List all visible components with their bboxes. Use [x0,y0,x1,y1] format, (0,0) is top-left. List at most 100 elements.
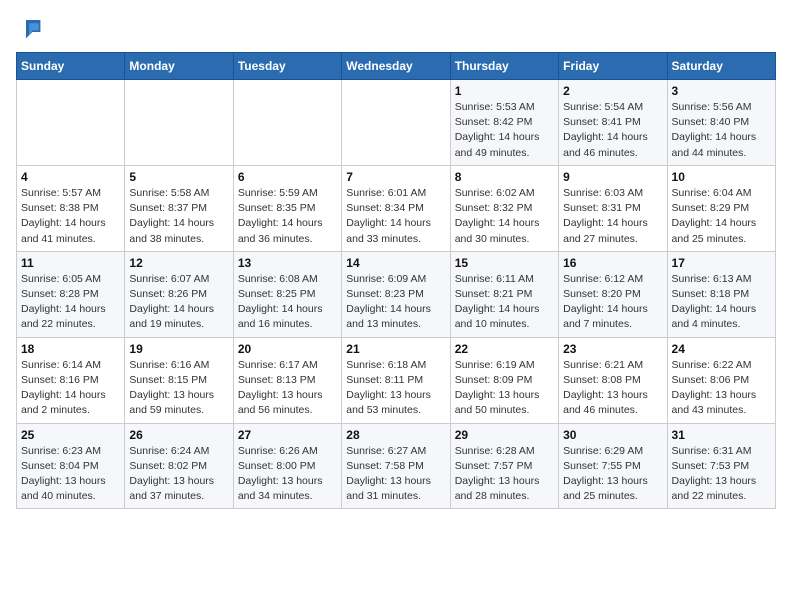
day-info: Sunrise: 6:05 AM Sunset: 8:28 PM Dayligh… [21,272,120,333]
day-info: Sunrise: 6:11 AM Sunset: 8:21 PM Dayligh… [455,272,554,333]
day-info: Sunrise: 6:28 AM Sunset: 7:57 PM Dayligh… [455,444,554,505]
day-number: 2 [563,84,662,98]
day-info: Sunrise: 6:17 AM Sunset: 8:13 PM Dayligh… [238,358,337,419]
day-cell: 13 Sunrise: 6:08 AM Sunset: 8:25 PM Dayli… [233,251,341,337]
day-cell: 30 Sunrise: 6:29 AM Sunset: 7:55 PM Dayli… [559,423,667,509]
day-info: Sunrise: 6:13 AM Sunset: 8:18 PM Dayligh… [672,272,771,333]
day-cell [233,80,341,166]
day-cell: 24Sunrise: 6:22 AM Sunset: 8:06 PM Dayli… [667,337,775,423]
day-number: 26 [129,428,228,442]
day-cell: 14 Sunrise: 6:09 AM Sunset: 8:23 PM Dayli… [342,251,450,337]
day-cell: 27Sunrise: 6:26 AM Sunset: 8:00 PM Dayli… [233,423,341,509]
day-cell [125,80,233,166]
day-number: 31 [672,428,771,442]
day-number: 7 [346,170,445,184]
day-number: 3 [672,84,771,98]
day-cell [342,80,450,166]
day-cell: 3 Sunrise: 5:56 AM Sunset: 8:40 PM Daylig… [667,80,775,166]
day-number: 28 [346,428,445,442]
weekday-header-tuesday: Tuesday [233,53,341,80]
day-info: Sunrise: 6:31 AM Sunset: 7:53 PM Dayligh… [672,444,771,505]
day-number: 4 [21,170,120,184]
weekday-header-sunday: Sunday [17,53,125,80]
day-number: 29 [455,428,554,442]
day-info: Sunrise: 5:59 AM Sunset: 8:35 PM Dayligh… [238,186,337,247]
day-cell: 12 Sunrise: 6:07 AM Sunset: 8:26 PM Dayli… [125,251,233,337]
day-cell [17,80,125,166]
day-number: 19 [129,342,228,356]
day-number: 16 [563,256,662,270]
day-number: 13 [238,256,337,270]
weekday-header-thursday: Thursday [450,53,558,80]
day-info: Sunrise: 6:02 AM Sunset: 8:32 PM Dayligh… [455,186,554,247]
day-cell: 15 Sunrise: 6:11 AM Sunset: 8:21 PM Dayli… [450,251,558,337]
day-info: Sunrise: 6:04 AM Sunset: 8:29 PM Dayligh… [672,186,771,247]
day-info: Sunrise: 6:07 AM Sunset: 8:26 PM Dayligh… [129,272,228,333]
weekday-header-friday: Friday [559,53,667,80]
day-cell: 9 Sunrise: 6:03 AM Sunset: 8:31 PM Daylig… [559,165,667,251]
day-info: Sunrise: 5:58 AM Sunset: 8:37 PM Dayligh… [129,186,228,247]
day-info: Sunrise: 6:08 AM Sunset: 8:25 PM Dayligh… [238,272,337,333]
day-info: Sunrise: 5:54 AM Sunset: 8:41 PM Dayligh… [563,100,662,161]
logo-icon [18,16,42,40]
day-cell: 6 Sunrise: 5:59 AM Sunset: 8:35 PM Daylig… [233,165,341,251]
day-number: 5 [129,170,228,184]
day-number: 30 [563,428,662,442]
day-info: Sunrise: 6:09 AM Sunset: 8:23 PM Dayligh… [346,272,445,333]
day-cell: 8Sunrise: 6:02 AM Sunset: 8:32 PM Daylig… [450,165,558,251]
day-cell: 20Sunrise: 6:17 AM Sunset: 8:13 PM Dayli… [233,337,341,423]
day-number: 25 [21,428,120,442]
day-number: 21 [346,342,445,356]
day-number: 10 [672,170,771,184]
day-info: Sunrise: 6:19 AM Sunset: 8:09 PM Dayligh… [455,358,554,419]
day-info: Sunrise: 6:03 AM Sunset: 8:31 PM Dayligh… [563,186,662,247]
day-cell: 21 Sunrise: 6:18 AM Sunset: 8:11 PM Dayli… [342,337,450,423]
week-row-4: 18 Sunrise: 6:14 AM Sunset: 8:16 PM Dayli… [17,337,776,423]
page-header [16,16,776,40]
week-row-2: 4 Sunrise: 5:57 AM Sunset: 8:38 PM Daylig… [17,165,776,251]
day-cell: 23Sunrise: 6:21 AM Sunset: 8:08 PM Dayli… [559,337,667,423]
day-info: Sunrise: 6:21 AM Sunset: 8:08 PM Dayligh… [563,358,662,419]
day-info: Sunrise: 6:29 AM Sunset: 7:55 PM Dayligh… [563,444,662,505]
day-info: Sunrise: 6:27 AM Sunset: 7:58 PM Dayligh… [346,444,445,505]
day-cell: 2 Sunrise: 5:54 AM Sunset: 8:41 PM Daylig… [559,80,667,166]
day-info: Sunrise: 6:16 AM Sunset: 8:15 PM Dayligh… [129,358,228,419]
day-cell: 17 Sunrise: 6:13 AM Sunset: 8:18 PM Dayli… [667,251,775,337]
calendar-table: SundayMondayTuesdayWednesdayThursdayFrid… [16,52,776,509]
day-number: 15 [455,256,554,270]
day-info: Sunrise: 5:53 AM Sunset: 8:42 PM Dayligh… [455,100,554,161]
day-number: 1 [455,84,554,98]
day-cell: 26Sunrise: 6:24 AM Sunset: 8:02 PM Dayli… [125,423,233,509]
logo [16,16,42,40]
day-cell: 29 Sunrise: 6:28 AM Sunset: 7:57 PM Dayli… [450,423,558,509]
day-cell: 7Sunrise: 6:01 AM Sunset: 8:34 PM Daylig… [342,165,450,251]
day-info: Sunrise: 6:14 AM Sunset: 8:16 PM Dayligh… [21,358,120,419]
day-cell: 18 Sunrise: 6:14 AM Sunset: 8:16 PM Dayli… [17,337,125,423]
day-info: Sunrise: 6:23 AM Sunset: 8:04 PM Dayligh… [21,444,120,505]
day-cell: 16 Sunrise: 6:12 AM Sunset: 8:20 PM Dayli… [559,251,667,337]
day-number: 6 [238,170,337,184]
weekday-header-wednesday: Wednesday [342,53,450,80]
day-info: Sunrise: 6:12 AM Sunset: 8:20 PM Dayligh… [563,272,662,333]
day-number: 14 [346,256,445,270]
day-number: 22 [455,342,554,356]
day-cell: 11Sunrise: 6:05 AM Sunset: 8:28 PM Dayli… [17,251,125,337]
week-row-5: 25 Sunrise: 6:23 AM Sunset: 8:04 PM Dayli… [17,423,776,509]
weekday-header-row: SundayMondayTuesdayWednesdayThursdayFrid… [17,53,776,80]
day-info: Sunrise: 6:26 AM Sunset: 8:00 PM Dayligh… [238,444,337,505]
day-cell: 19 Sunrise: 6:16 AM Sunset: 8:15 PM Dayli… [125,337,233,423]
week-row-3: 11Sunrise: 6:05 AM Sunset: 8:28 PM Dayli… [17,251,776,337]
week-row-1: 1 Sunrise: 5:53 AM Sunset: 8:42 PM Daylig… [17,80,776,166]
day-number: 18 [21,342,120,356]
day-cell: 31 Sunrise: 6:31 AM Sunset: 7:53 PM Dayli… [667,423,775,509]
day-number: 9 [563,170,662,184]
day-number: 12 [129,256,228,270]
day-cell: 1 Sunrise: 5:53 AM Sunset: 8:42 PM Daylig… [450,80,558,166]
weekday-header-saturday: Saturday [667,53,775,80]
day-info: Sunrise: 6:18 AM Sunset: 8:11 PM Dayligh… [346,358,445,419]
day-number: 17 [672,256,771,270]
day-info: Sunrise: 5:56 AM Sunset: 8:40 PM Dayligh… [672,100,771,161]
day-cell: 25 Sunrise: 6:23 AM Sunset: 8:04 PM Dayli… [17,423,125,509]
day-info: Sunrise: 5:57 AM Sunset: 8:38 PM Dayligh… [21,186,120,247]
day-cell: 4 Sunrise: 5:57 AM Sunset: 8:38 PM Daylig… [17,165,125,251]
